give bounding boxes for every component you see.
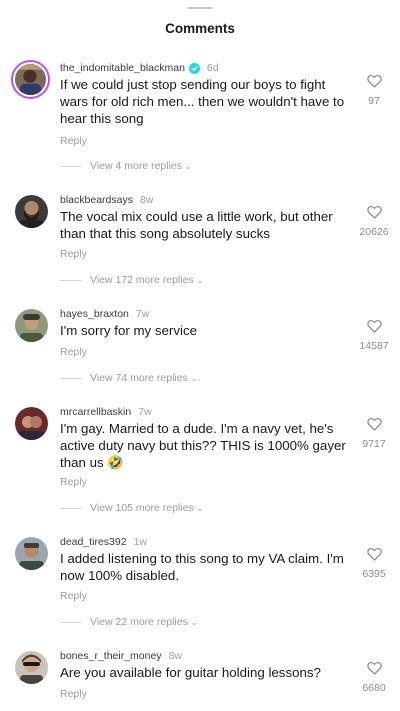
heart-outline-icon [366,74,382,88]
like-count: 20626 [359,226,389,238]
comment-age: 1w [133,536,147,548]
comment-meta: the_indomitable_blackman 6d [60,62,219,74]
reply-button[interactable]: Reply [60,248,87,260]
reply-button[interactable]: Reply [60,590,87,602]
comment-item: mrcarrellbaskin 7w I'm gay. Married to a… [0,404,400,532]
heart-outline-icon [366,319,382,333]
comment-text: I'm gay. Married to a dude. I'm a navy v… [60,421,346,470]
comments-sheet: Comments the_indomitable_blackman 6d If … [0,0,400,711]
comment-item: the_indomitable_blackman 6d If we could … [0,60,400,188]
comment-meta: hayes_braxton 7w [60,308,149,320]
divider [60,377,82,379]
chevron-down-icon: ⌄ [190,617,198,627]
view-more-replies-button[interactable]: View 22 more replies ⌄ [60,616,198,628]
divider [60,507,82,509]
reply-button[interactable]: Reply [60,135,87,147]
heart-outline-icon [366,547,382,561]
comment-age: 7w [138,406,152,418]
comment-text: Are you available for guitar holding les… [60,665,321,680]
like-count: 9717 [362,438,386,450]
comment-age: 8w [168,650,183,662]
comment-username[interactable]: bones_r_their_money [60,650,162,662]
comment-age: 6d [206,62,219,74]
comment-text: I'm sorry for my service [60,323,197,338]
divider [60,621,82,623]
comment-username[interactable]: dead_tires392 [60,536,127,548]
avatar[interactable] [15,195,48,228]
avatar[interactable] [15,537,48,570]
heart-outline-icon [366,661,382,675]
comment-meta: mrcarrellbaskin 7w [60,406,152,418]
view-more-replies-button[interactable]: View 105 more replies ⌄ [60,502,203,514]
view-more-label: View 74 more replies [90,372,188,384]
comment-meta: dead_tires392 1w [60,536,147,548]
verified-badge-icon [188,62,200,74]
like-button[interactable]: 6395 [352,547,396,580]
like-count: 6680 [362,682,386,694]
chevron-down-icon: ⌄ [190,373,198,383]
like-count: 6395 [362,568,386,580]
comment-meta: bones_r_their_money 8w [60,650,182,662]
avatar[interactable] [15,651,48,684]
view-more-label: View 105 more replies [90,502,194,514]
comment-username[interactable]: blackbeardsays [60,194,133,206]
like-button[interactable]: 6680 [352,661,396,694]
comment-meta: blackbeardsays 8w [60,194,153,206]
like-button[interactable]: 9717 [352,417,396,450]
like-button[interactable]: 97 [352,74,396,107]
view-more-replies-button[interactable]: View 4 more replies ⌄ [60,160,192,172]
chevron-down-icon: ⌄ [185,161,192,171]
like-button[interactable]: 14587 [352,319,396,352]
divider [60,279,82,281]
comment-item: dead_tires392 1w I added listening to th… [0,534,400,662]
comment-age: 8w [139,194,154,206]
comment-username[interactable]: hayes_braxton [60,308,129,320]
comment-item: bones_r_their_money 8w Are you available… [0,648,400,711]
reply-button[interactable]: Reply [60,476,87,488]
reply-button[interactable]: Reply [60,688,87,700]
view-more-replies-button[interactable]: View 172 more replies ⌄ [60,274,203,286]
heart-outline-icon [366,417,382,431]
view-more-label: View 172 more replies [90,274,194,286]
like-count: 97 [368,95,380,107]
comment-age: 7w [135,308,150,320]
view-more-label: View 22 more replies [90,616,188,628]
avatar[interactable] [15,309,48,342]
comment-text: I added listening to this song to my VA … [60,551,344,583]
comments-title: Comments [165,21,235,36]
comment-item: blackbeardsays 8w The vocal mix could us… [0,192,400,320]
heart-outline-icon [366,205,382,219]
chevron-down-icon: ⌄ [196,503,204,513]
avatar[interactable] [11,60,50,99]
divider [60,165,82,167]
view-more-label: View 4 more replies [90,160,183,172]
chevron-down-icon: ⌄ [196,275,204,285]
comment-text: The vocal mix could use a little work, b… [60,209,333,241]
like-button[interactable]: 20626 [352,205,396,238]
comment-username[interactable]: mrcarrellbaskin [60,406,131,418]
like-count: 14587 [359,340,389,352]
sheet-grabber[interactable] [187,7,213,9]
reply-button[interactable]: Reply [60,346,87,358]
comment-username[interactable]: the_indomitable_blackman [60,62,185,74]
view-more-replies-button[interactable]: View 74 more replies ⌄ [60,372,198,384]
avatar[interactable] [15,407,48,440]
comment-text: If we could just stop sending our boys t… [60,77,345,126]
